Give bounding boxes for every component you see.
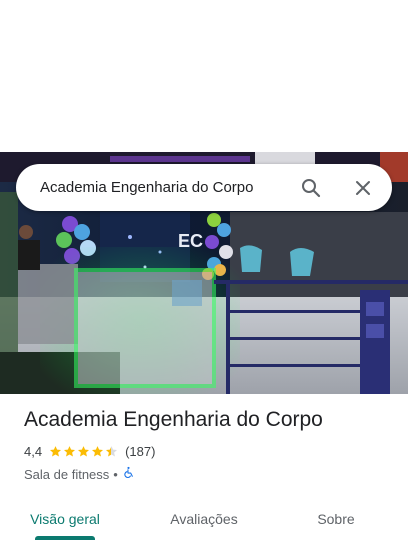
search-bar[interactable]: Academia Engenharia do Corpo xyxy=(16,164,392,211)
star-icon xyxy=(92,446,104,457)
tab-overview[interactable]: Visão geral xyxy=(0,498,130,540)
search-input[interactable]: Academia Engenharia do Corpo xyxy=(40,179,300,196)
rating-row[interactable]: 4,4 (187) xyxy=(24,444,155,459)
active-tab-indicator xyxy=(35,536,95,540)
search-icon[interactable] xyxy=(300,177,322,199)
star-icon xyxy=(50,446,62,457)
tab-bar: Visão geral Avaliações Sobre xyxy=(0,498,408,540)
place-category: Sala de fitness xyxy=(24,466,110,482)
place-info-panel: Academia Engenharia do Corpo 4,4 (187) S… xyxy=(0,394,408,544)
top-blank-area xyxy=(0,0,408,152)
star-icon xyxy=(78,446,90,457)
separator-dot: • xyxy=(113,466,118,482)
place-title: Academia Engenharia do Corpo xyxy=(24,408,323,431)
review-count[interactable]: (187) xyxy=(125,444,155,459)
category-row: Sala de fitness • xyxy=(24,466,135,482)
close-icon[interactable] xyxy=(352,177,374,199)
half-star-icon xyxy=(106,446,118,457)
star-icon xyxy=(64,446,76,457)
rating-stars xyxy=(49,445,119,458)
tab-about[interactable]: Sobre xyxy=(278,498,394,540)
wheelchair-icon xyxy=(122,466,135,482)
tab-reviews[interactable]: Avaliações xyxy=(130,498,278,540)
rating-value: 4,4 xyxy=(24,444,43,459)
